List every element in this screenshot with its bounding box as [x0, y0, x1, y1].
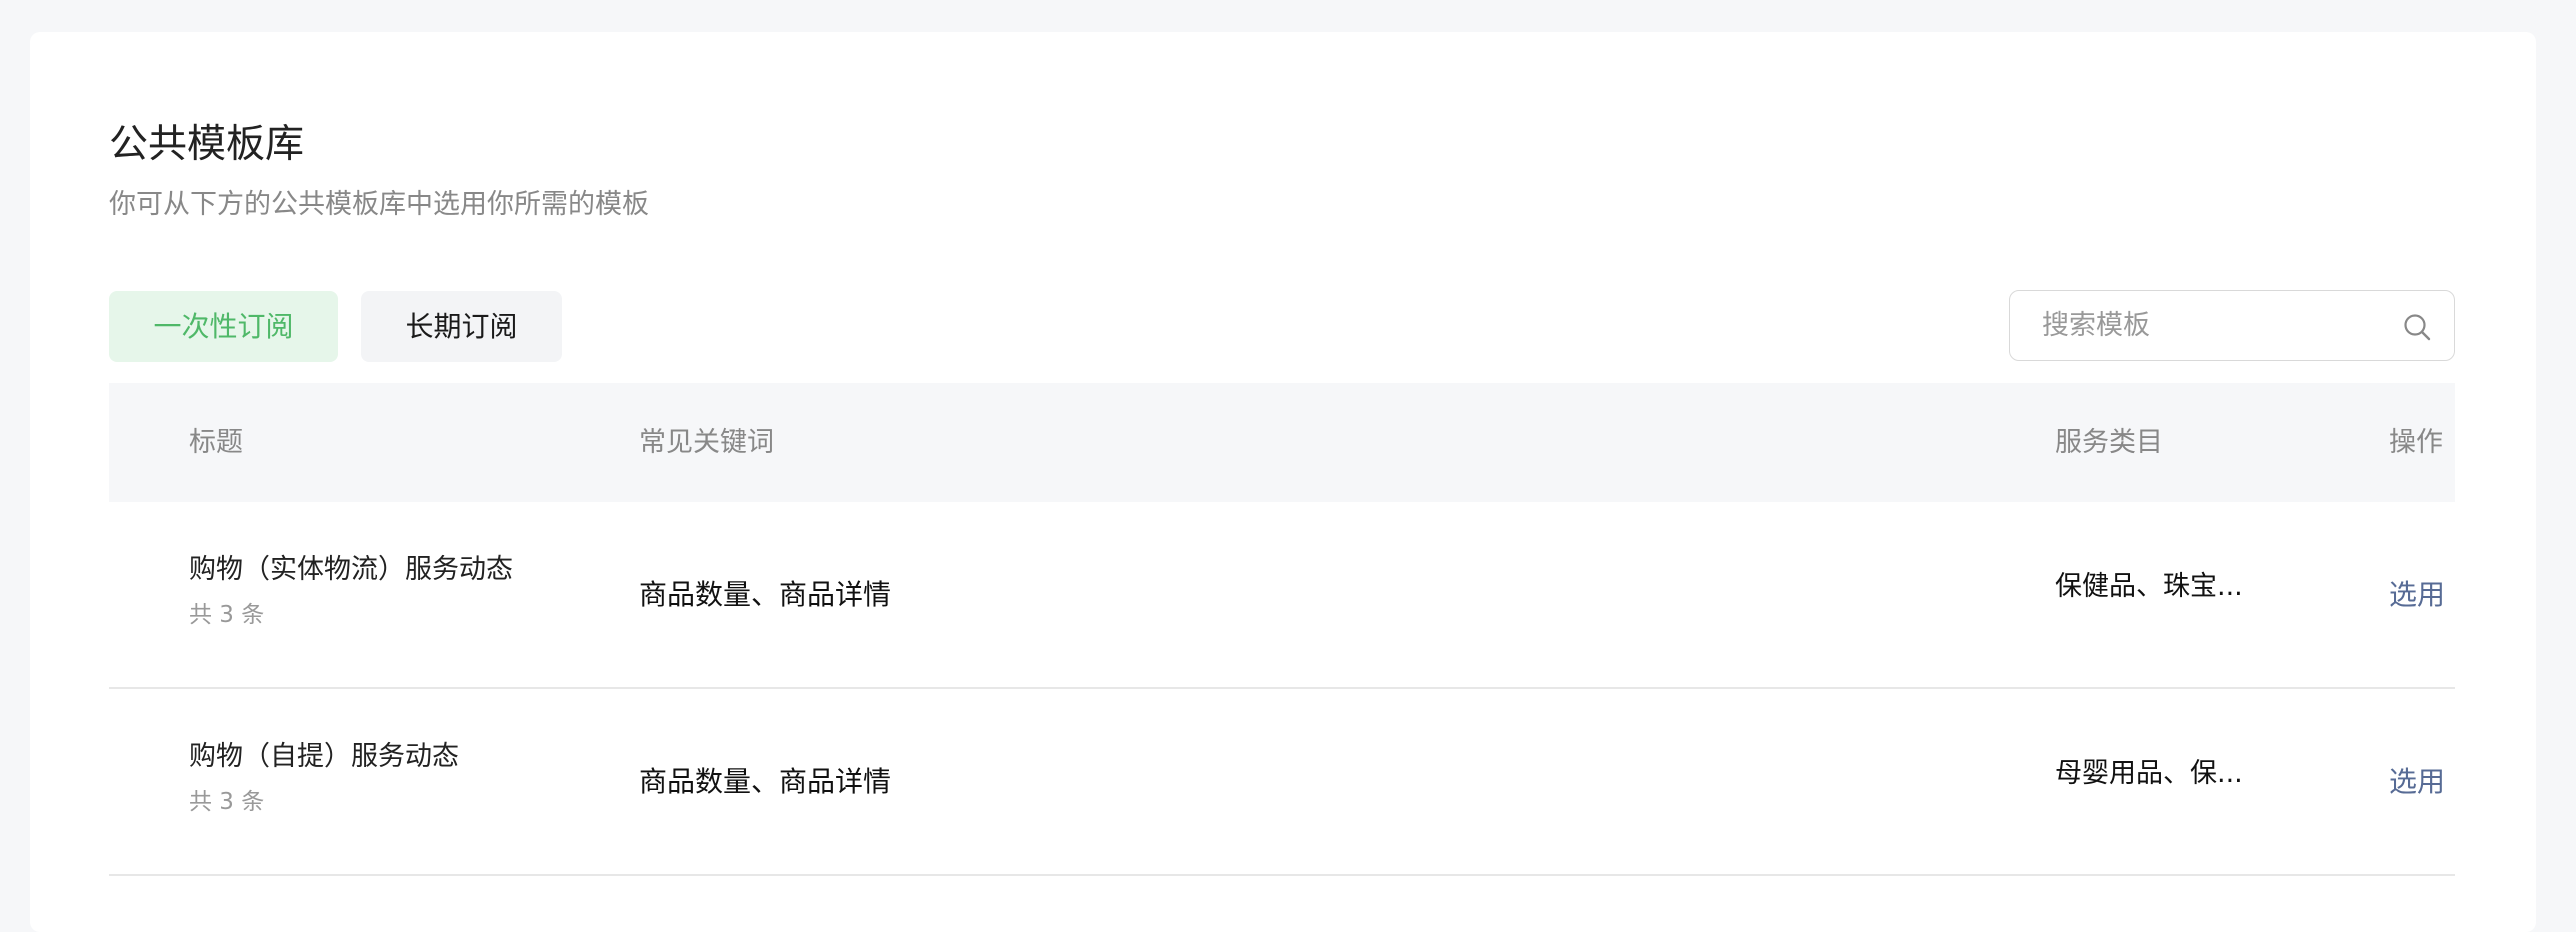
select-template-link[interactable]: 选用 [2389, 576, 2445, 614]
template-keywords: 商品数量、商品详情 [639, 765, 892, 798]
page-title: 公共模板库 [109, 122, 305, 167]
template-library-card: 公共模板库 你可从下方的公共模板库中选用你所需的模板 一次性订阅 长期订阅 标题… [30, 32, 2536, 932]
template-category: 母婴用品、保... [2055, 758, 2243, 789]
template-title: 购物（实体物流）服务动态 [189, 554, 513, 585]
template-category: 保健品、珠宝... [2055, 571, 2243, 602]
column-header-action: 操作 [2389, 427, 2443, 458]
select-template-link[interactable]: 选用 [2389, 763, 2445, 801]
template-count: 共 3 条 [189, 789, 265, 815]
template-count: 共 3 条 [189, 602, 265, 628]
subscription-tabs: 一次性订阅 长期订阅 [109, 291, 562, 362]
tab-long-term-subscription[interactable]: 长期订阅 [361, 291, 562, 362]
column-header-category: 服务类目 [2055, 427, 2163, 458]
template-keywords: 商品数量、商品详情 [639, 578, 892, 611]
table-row: 购物（自提）服务动态 共 3 条 商品数量、商品详情 母婴用品、保... 选用 [109, 689, 2455, 876]
column-header-keywords: 常见关键词 [639, 427, 774, 458]
column-header-title: 标题 [189, 427, 243, 458]
table-header: 标题 常见关键词 服务类目 操作 [109, 383, 2455, 502]
search-input[interactable] [2042, 291, 2372, 359]
search-icon[interactable] [2402, 312, 2432, 342]
search-box [2009, 290, 2455, 361]
template-title: 购物（自提）服务动态 [189, 741, 459, 772]
tab-one-time-subscription[interactable]: 一次性订阅 [109, 291, 338, 362]
page-subtitle: 你可从下方的公共模板库中选用你所需的模板 [109, 189, 649, 220]
table-row: 购物（实体物流）服务动态 共 3 条 商品数量、商品详情 保健品、珠宝... 选… [109, 502, 2455, 689]
